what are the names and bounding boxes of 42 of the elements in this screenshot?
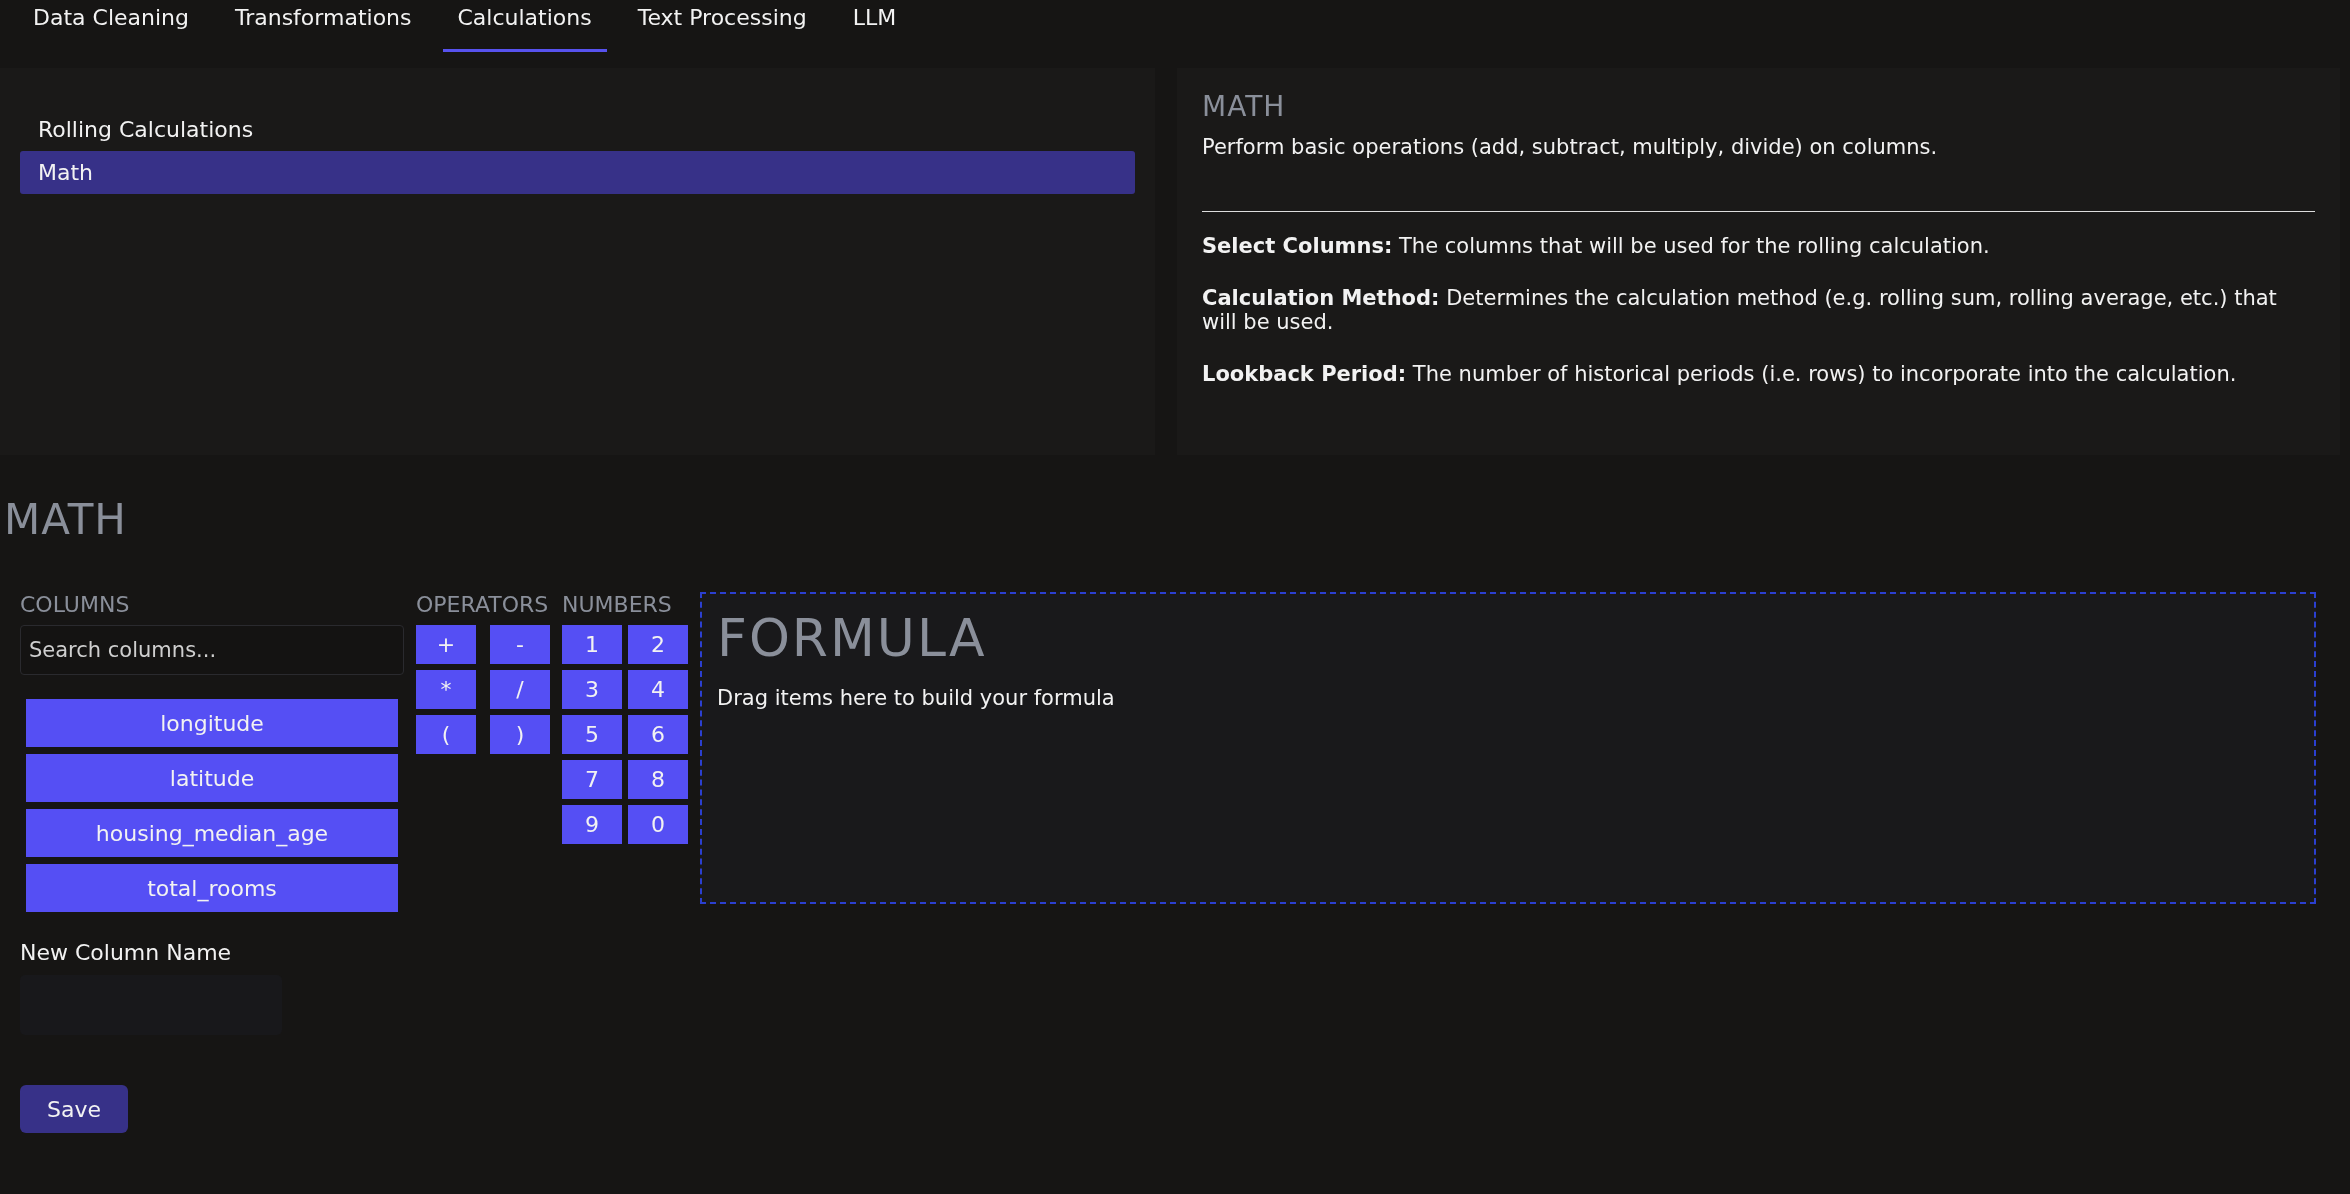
number-button[interactable]: 2 [628,625,688,664]
operator-button[interactable]: - [490,625,550,664]
info-detail: Select Columns: The columns that will be used for the rolling calculation. [1202,234,1991,258]
formula-drop-zone[interactable]: FORMULA Drag items here to build your formula [700,592,2316,904]
operator-button[interactable]: + [416,625,476,664]
tab[interactable]: Calculations [442,0,607,52]
section-title: MATH [4,495,128,544]
new-column-label: New Column Name [20,940,233,965]
column-button[interactable]: total_rooms [26,864,398,912]
number-button[interactable]: 6 [628,715,688,754]
column-button[interactable]: housing_median_age [26,809,398,857]
sidebar-item[interactable]: Rolling Calculations [20,108,1135,151]
number-button[interactable]: 3 [562,670,622,709]
tab[interactable]: Text Processing [622,0,822,52]
number-button[interactable]: 4 [628,670,688,709]
sidebar-item[interactable]: Math [20,151,1135,194]
number-button[interactable]: 1 [562,625,622,664]
column-button[interactable]: latitude [26,754,398,802]
info-detail: Calculation Method: Determines the calculation method (e.g. rolling sum, rolling average, etc.) that will be used. [1202,286,2278,334]
column-button[interactable]: longitude [26,699,398,747]
formula-title: FORMULA [717,608,988,668]
formula-hint: Drag items here to build your formula [717,686,1116,710]
operator-button[interactable]: / [490,670,550,709]
number-button[interactable]: 7 [562,760,622,799]
info-description: Perform basic operations (add, subtract, multiply, divide) on columns. [1202,135,1939,159]
number-button[interactable]: 0 [628,805,688,844]
save-button[interactable]: Save [20,1085,128,1133]
tab[interactable]: Transformations [220,0,427,52]
number-button[interactable]: 8 [628,760,688,799]
search-field[interactable]: Search columns... [20,625,404,675]
numbers-label: NUMBERS [562,592,673,617]
tab[interactable]: LLM [837,0,912,52]
number-button[interactable]: 9 [562,805,622,844]
operators-label: OPERATORS [416,592,550,617]
operator-button[interactable]: * [416,670,476,709]
info-detail: Lookback Period: The number of historical periods (i.e. rows) to incorporate into the calculation. [1202,362,2238,386]
columns-label: COLUMNS [20,592,131,617]
tab[interactable]: Data Cleaning [18,0,204,52]
info-title: MATH [1202,90,1287,123]
operator-button[interactable]: ) [490,715,550,754]
number-button[interactable]: 5 [562,715,622,754]
operator-button[interactable]: ( [416,715,476,754]
